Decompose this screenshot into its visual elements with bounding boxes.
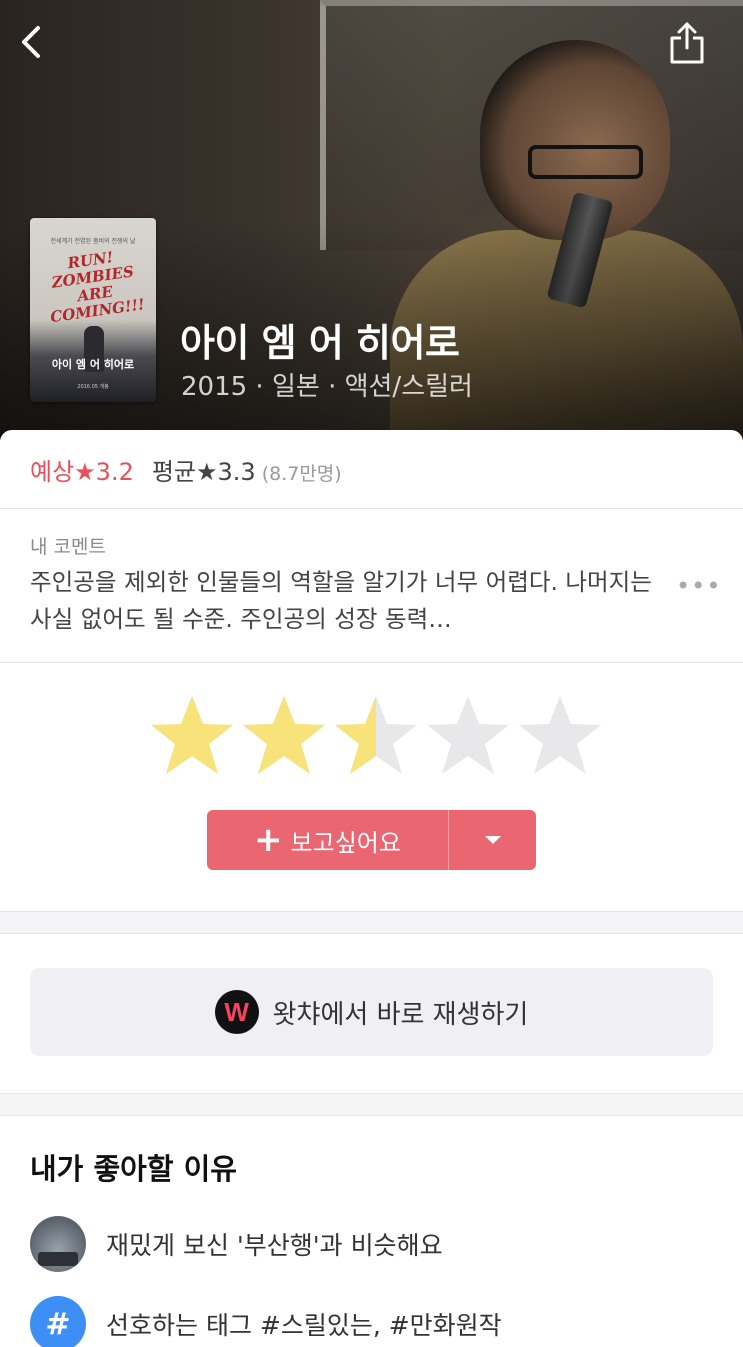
reason-item[interactable]: # 선호하는 태그 #스릴있는, #만화원작 — [30, 1296, 720, 1347]
my-comment-text[interactable]: 주인공을 제외한 인물들의 역할을 알기가 너무 어렵다. 나머지는 사실 없어… — [30, 564, 670, 638]
movie-meta: 2015 · 일본 · 액션/스릴러 — [181, 372, 473, 402]
rating-summary: 예상★3.2 평균★3.3 (8.7만명) — [30, 452, 342, 487]
my-comment-label: 내 코멘트 — [30, 536, 106, 558]
back-button[interactable] — [12, 20, 56, 64]
divider — [0, 508, 743, 509]
play-label: 왓챠에서 바로 재생하기 — [272, 999, 529, 1030]
reason-text: 재밌게 보신 '부산행'과 비슷해요 — [106, 1231, 443, 1260]
wishlist-button[interactable]: + 보고싶어요 — [207, 810, 448, 870]
hash-icon: # — [30, 1296, 86, 1347]
section-gap — [0, 911, 743, 934]
rating-star-3[interactable] — [330, 690, 422, 780]
rating-count: (8.7만명) — [261, 463, 342, 485]
poster-credit: 2016.05 개봉 — [77, 384, 109, 390]
rating-star-5[interactable] — [514, 690, 606, 780]
poster-top-text: 전세계가 전염된 좀비의 전쟁의 날 — [50, 238, 136, 245]
reasons-title: 내가 좋아할 이유 — [30, 1152, 237, 1186]
movie-poster[interactable]: 전세계가 전염된 좀비의 전쟁의 날 RUN! ZOMBIES ARE COMI… — [30, 218, 156, 402]
more-options-button[interactable]: ••• — [676, 572, 720, 600]
divider — [0, 662, 743, 663]
rating-star-4[interactable] — [422, 690, 514, 780]
rating-star-1[interactable] — [146, 690, 238, 780]
section-gap — [0, 1093, 743, 1116]
my-rating-stars[interactable] — [146, 690, 606, 780]
average-rating: 평균★3.3 — [151, 458, 256, 486]
share-icon — [670, 22, 704, 64]
rating-star-2[interactable] — [238, 690, 330, 780]
wishlist-label: 보고싶어요 — [290, 828, 401, 857]
share-button[interactable] — [664, 20, 710, 66]
backdrop-glasses — [528, 145, 643, 179]
movie-thumbnail-icon — [30, 1216, 86, 1272]
movie-title: 아이 엠 어 히어로 — [180, 321, 460, 365]
play-on-watcha-button[interactable]: W 왓챠에서 바로 재생하기 — [30, 968, 713, 1056]
wishlist-dropdown-button[interactable] — [448, 810, 536, 870]
reason-item[interactable]: 재밌게 보신 '부산행'과 비슷해요 — [30, 1216, 720, 1272]
plus-icon: + — [254, 820, 283, 860]
predicted-rating: 예상★3.2 — [30, 458, 134, 486]
wishlist-button-group: + 보고싶어요 — [207, 810, 536, 870]
poster-title: 아이 엠 어 히어로 — [51, 358, 135, 371]
ellipsis-icon: ••• — [676, 572, 722, 600]
chevron-left-icon — [22, 26, 40, 58]
reason-text: 선호하는 태그 #스릴있는, #만화원작 — [106, 1311, 502, 1340]
watcha-logo-icon: W — [214, 990, 259, 1034]
caret-down-icon — [484, 836, 501, 844]
poster-tagline: RUN! ZOMBIES ARE COMING!!! — [49, 248, 146, 327]
